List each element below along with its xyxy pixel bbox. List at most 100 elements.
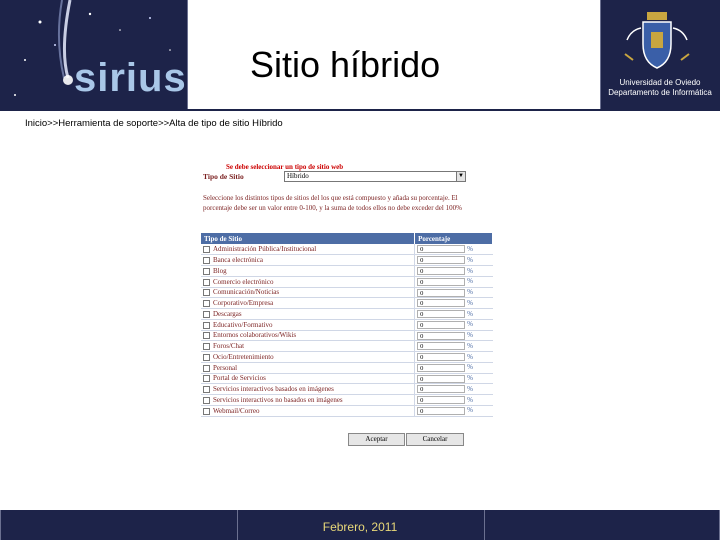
table-row: Personal 0% [201, 362, 493, 374]
accept-button[interactable]: Aceptar [348, 433, 405, 446]
percent-sign: % [467, 298, 473, 307]
percent-cell: 0% [414, 340, 493, 352]
site-type-cell: Foros/Chat [201, 340, 415, 352]
percent-sign: % [467, 384, 473, 393]
university-text: Universidad de Oviedo Departamento de In… [600, 78, 720, 98]
percent-input[interactable]: 0 [417, 385, 466, 394]
cancel-button[interactable]: Cancelar [406, 433, 464, 446]
table-row: Corporativo/Empresa 0% [201, 297, 493, 309]
percent-input[interactable]: 0 [417, 310, 466, 319]
instructions-text: Seleccione los distintos tipos de sitios… [203, 194, 462, 212]
site-type-checkbox[interactable] [203, 386, 210, 394]
percent-sign: % [467, 374, 473, 383]
percent-cell: 0% [414, 362, 493, 374]
site-type-label: Tipo de Sitio [203, 172, 244, 181]
column-header-type: Tipo de Sitio [201, 233, 416, 244]
percent-input[interactable]: 0 [417, 342, 466, 351]
percent-cell: 0% [414, 351, 493, 363]
percent-input[interactable]: 0 [417, 406, 466, 415]
site-type-cell: Portal de Servicios [201, 373, 415, 385]
site-type-cell: Educativo/Formativo [201, 319, 415, 331]
percent-input[interactable]: 0 [417, 363, 466, 372]
sirius-logo-panel: sirius [0, 0, 188, 110]
site-type-label: Blog [213, 266, 227, 275]
site-type-cell: Blog [201, 265, 415, 277]
percent-input[interactable]: 0 [417, 288, 466, 297]
site-type-checkbox[interactable] [203, 407, 210, 415]
percent-cell: 0% [414, 287, 493, 299]
site-type-checkbox[interactable] [203, 321, 210, 329]
site-type-checkbox[interactable] [203, 246, 210, 254]
site-type-cell: Banca electrónica [201, 254, 415, 266]
site-type-form: Se debe seleccionar un tipo de sitio web… [198, 155, 496, 455]
table-body: Administración Pública/Institucional 0% Ba… [201, 244, 493, 417]
table-row: Descargas 0% [201, 308, 493, 320]
chevron-down-icon[interactable]: ▼ [456, 172, 465, 181]
percent-input[interactable]: 0 [417, 267, 466, 276]
table-row: Servicios interactivos no basados en imá… [201, 394, 493, 406]
site-type-label: Servicios interactivos no basados en imá… [213, 395, 343, 404]
site-type-checkbox[interactable] [203, 310, 210, 318]
table-row: Portal de Servicios 0% [201, 373, 493, 385]
table-row: Servicios interactivos basados en imágen… [201, 383, 493, 395]
page-title: Sitio híbrido [250, 44, 441, 85]
column-header-percent: Porcentaje [414, 233, 493, 244]
site-type-checkbox[interactable] [203, 289, 210, 297]
site-type-checkbox[interactable] [203, 343, 210, 351]
percent-sign: % [467, 341, 473, 350]
percent-input[interactable]: 0 [417, 245, 466, 254]
site-type-cell: Descargas [201, 308, 415, 320]
site-type-checkbox[interactable] [203, 267, 210, 275]
table-row: Administración Pública/Institucional 0% [201, 244, 493, 256]
site-type-checkbox[interactable] [203, 375, 210, 383]
department-name: Departamento de Informática [608, 88, 712, 97]
percent-cell: 0% [414, 244, 493, 256]
sirius-brand: sirius [74, 56, 187, 100]
percent-sign: % [467, 277, 473, 286]
table-row: Ocio/Entretenimiento 0% [201, 351, 493, 363]
site-types-table: Tipo de Sitio Porcentaje Administración … [201, 233, 493, 417]
site-type-label: Entornos colaborativos/Wikis [213, 331, 297, 340]
percent-sign: % [467, 352, 473, 361]
table-row: Banca electrónica 0% [201, 254, 493, 266]
site-type-checkbox[interactable] [203, 353, 210, 361]
percent-input[interactable]: 0 [417, 277, 466, 286]
site-type-checkbox[interactable] [203, 257, 210, 265]
site-type-checkbox[interactable] [203, 332, 210, 340]
percent-input[interactable]: 0 [417, 320, 466, 329]
percent-sign: % [467, 406, 473, 415]
percent-input[interactable]: 0 [417, 353, 466, 362]
percent-input[interactable]: 0 [417, 256, 466, 265]
site-type-cell: Servicios interactivos basados en imágen… [201, 383, 415, 395]
percent-cell: 0% [414, 383, 493, 395]
percent-input[interactable]: 0 [417, 299, 466, 308]
site-type-checkbox[interactable] [203, 278, 210, 286]
site-type-checkbox[interactable] [203, 396, 210, 404]
percent-sign: % [467, 309, 473, 318]
site-type-select[interactable]: Híbrido ▼ [284, 171, 466, 182]
percent-cell: 0% [414, 265, 493, 277]
table-row: Comercio electrónico 0% [201, 276, 493, 288]
percent-input[interactable]: 0 [417, 396, 466, 405]
percent-cell: 0% [414, 308, 493, 320]
site-type-checkbox[interactable] [203, 364, 210, 372]
site-type-checkbox[interactable] [203, 300, 210, 308]
site-type-cell: Personal [201, 362, 415, 374]
site-type-label: Banca electrónica [213, 256, 263, 265]
percent-input[interactable]: 0 [417, 331, 466, 340]
site-type-cell: Comercio electrónico [201, 276, 415, 288]
percent-cell: 0% [414, 319, 493, 331]
table-row: Foros/Chat 0% [201, 340, 493, 352]
site-type-label: Servicios interactivos basados en imágen… [213, 385, 334, 394]
percent-cell: 0% [414, 297, 493, 309]
site-type-label: Comercio electrónico [213, 277, 274, 286]
site-type-label: Personal [213, 363, 238, 372]
site-type-label: Administración Pública/Institucional [213, 245, 317, 254]
table-row: Webmail/Correo 0% [201, 405, 493, 417]
site-type-selected-value: Híbrido [287, 172, 309, 180]
percent-cell: 0% [414, 394, 493, 406]
table-row: Educativo/Formativo 0% [201, 319, 493, 331]
percent-input[interactable]: 0 [417, 374, 466, 383]
percent-cell: 0% [414, 330, 493, 342]
percent-sign: % [467, 320, 473, 329]
